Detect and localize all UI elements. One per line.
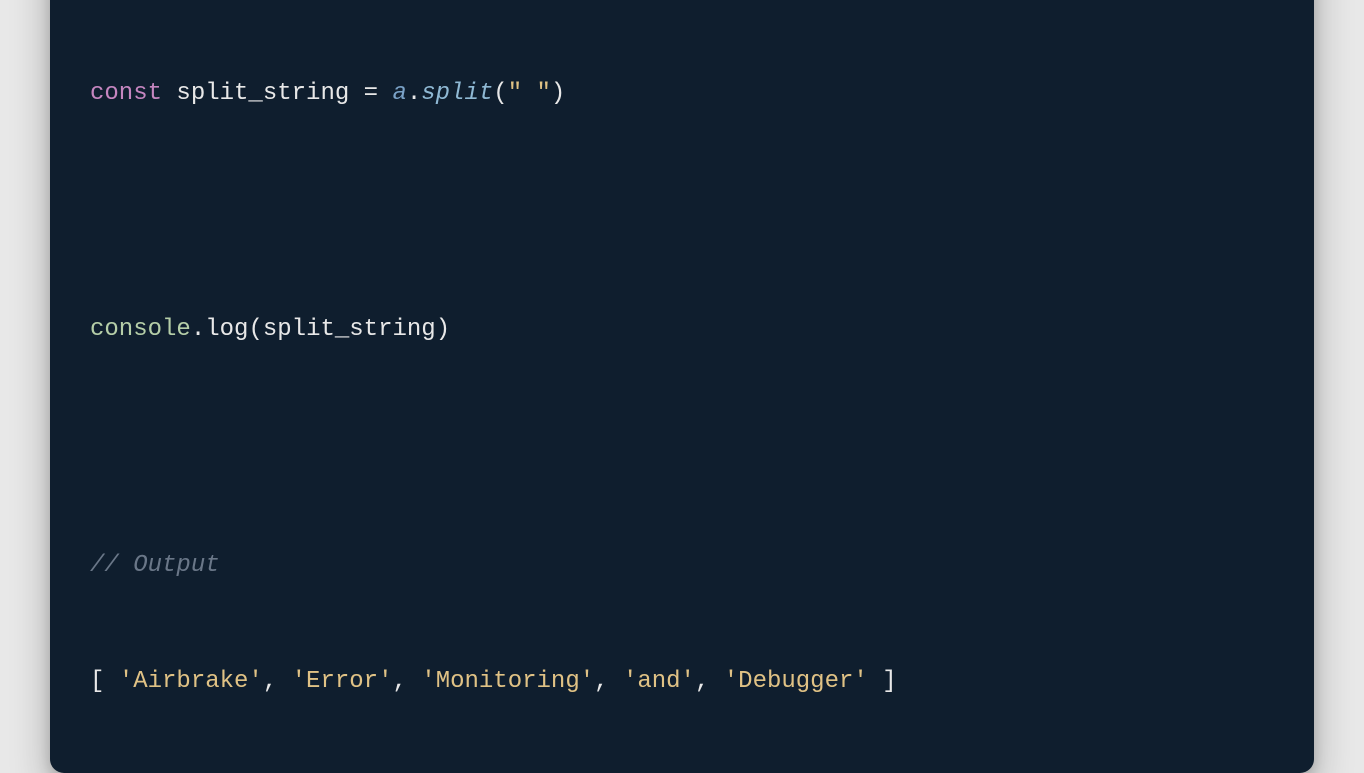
comma: ,: [695, 668, 724, 695]
code-line-3: console.log(split_string): [90, 311, 1274, 349]
output-item-1: 'Airbrake': [119, 668, 263, 695]
object-a: a: [392, 80, 406, 107]
space: [349, 80, 363, 107]
dot-accessor: .: [191, 316, 205, 343]
method-split: split: [421, 80, 493, 107]
paren-open: (: [493, 80, 507, 107]
console-object: console: [90, 316, 191, 343]
paren-close: ): [551, 80, 565, 107]
bracket-open: [: [90, 668, 119, 695]
output-line: [ 'Airbrake', 'Error', 'Monitoring', 'an…: [90, 663, 1274, 701]
dot-accessor: .: [407, 80, 421, 107]
string-arg: " ": [508, 80, 551, 107]
keyword-const: const: [90, 80, 162, 107]
space: [378, 80, 392, 107]
output-item-3: 'Monitoring': [421, 668, 594, 695]
paren-close: ): [436, 316, 450, 343]
comma: ,: [263, 668, 292, 695]
operator-equals: =: [364, 80, 378, 107]
comment-line: // Output: [90, 547, 1274, 585]
output-item-5: 'Debugger': [724, 668, 868, 695]
bracket-close: ]: [868, 668, 897, 695]
paren-open: (: [248, 316, 262, 343]
comma: ,: [392, 668, 421, 695]
variable-split-string: split_string: [176, 80, 349, 107]
blank-line: [90, 191, 1274, 235]
arg-split-string: split_string: [263, 316, 436, 343]
output-item-4: 'and': [623, 668, 695, 695]
code-block: let a = 'Airbrake Error Monitoring and D…: [50, 0, 1314, 773]
code-line-2: const split_string = a.split(" "): [90, 75, 1274, 113]
space: [162, 80, 176, 107]
blank-line: [90, 427, 1274, 471]
comment-output: // Output: [90, 552, 220, 579]
output-item-2: 'Error': [292, 668, 393, 695]
log-method: log: [205, 316, 248, 343]
comma: ,: [594, 668, 623, 695]
